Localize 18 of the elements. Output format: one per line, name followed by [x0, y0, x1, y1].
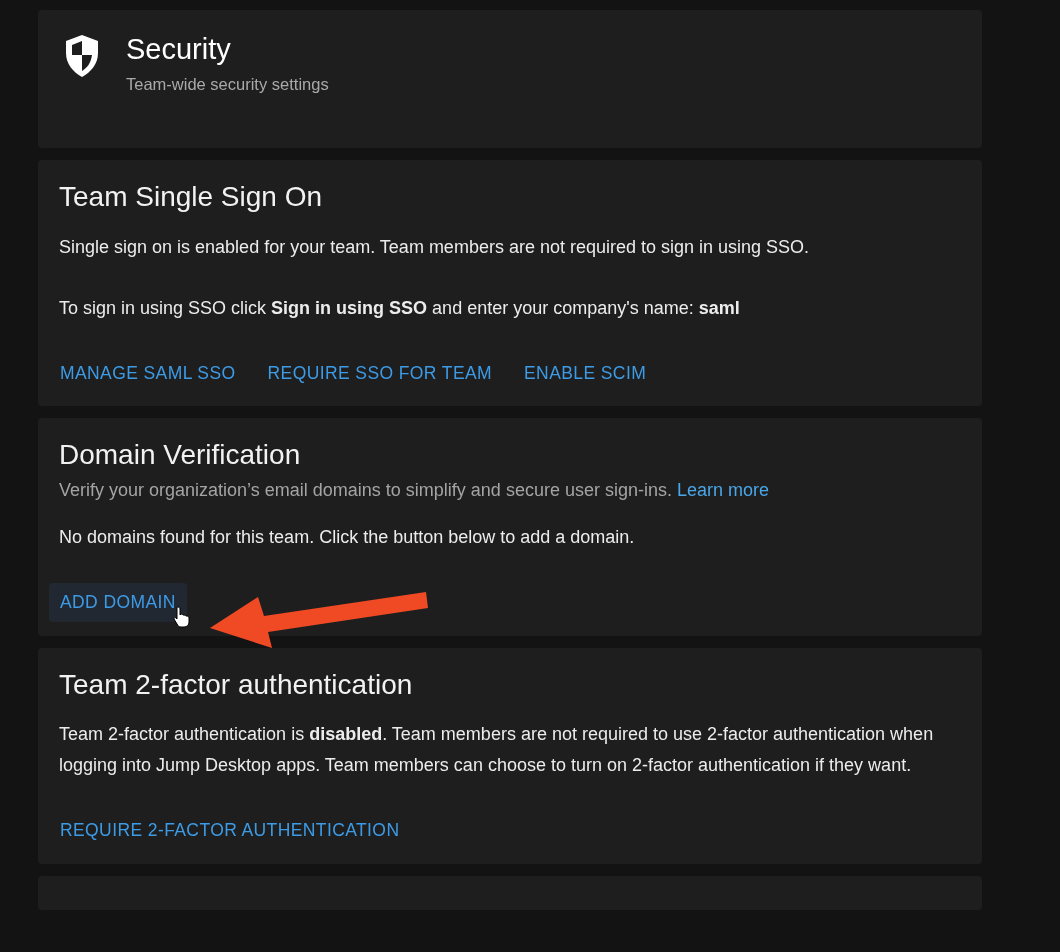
section-title: Team Single Sign On — [59, 180, 324, 214]
section-title: Domain Verification — [59, 437, 302, 472]
hand-cursor-icon — [173, 606, 191, 628]
page-title: Security — [126, 34, 232, 66]
page-subtitle: Team-wide security settings — [126, 73, 329, 95]
paragraph: To sign in using SSO click Sign in using SSO and enter your company's name: saml — [59, 296, 741, 320]
paragraph: Team 2-factor authentication is disabled. Team members are not required to use 2-factor authentication when logging into Jump Desktop apps. Team members can choose to turn on 2-factor authentication if they want. — [59, 723, 935, 778]
paragraph: Single sign on is enabled for your team. Team members are not required to sign in using SSO. — [59, 235, 811, 259]
shield-icon — [64, 34, 100, 78]
section-title: Team 2-factor authentication — [59, 667, 414, 702]
action-button[interactable]: ADD DOMAIN — [49, 583, 187, 622]
action-button[interactable]: MANAGE SAML SSO — [49, 353, 247, 392]
paragraph: No domains found for this team. Click the button below to add a domain. — [59, 526, 636, 550]
action-button[interactable]: REQUIRE 2-FACTOR AUTHENTICATION — [49, 811, 411, 850]
section-description: Verify your organization’s email domains to simplify and secure user sign-ins. — [59, 480, 672, 501]
action-button[interactable]: REQUIRE SSO FOR TEAM — [256, 353, 504, 392]
learn-more-link[interactable]: Learn more — [676, 480, 770, 501]
action-button[interactable]: ENABLE SCIM — [513, 353, 658, 392]
